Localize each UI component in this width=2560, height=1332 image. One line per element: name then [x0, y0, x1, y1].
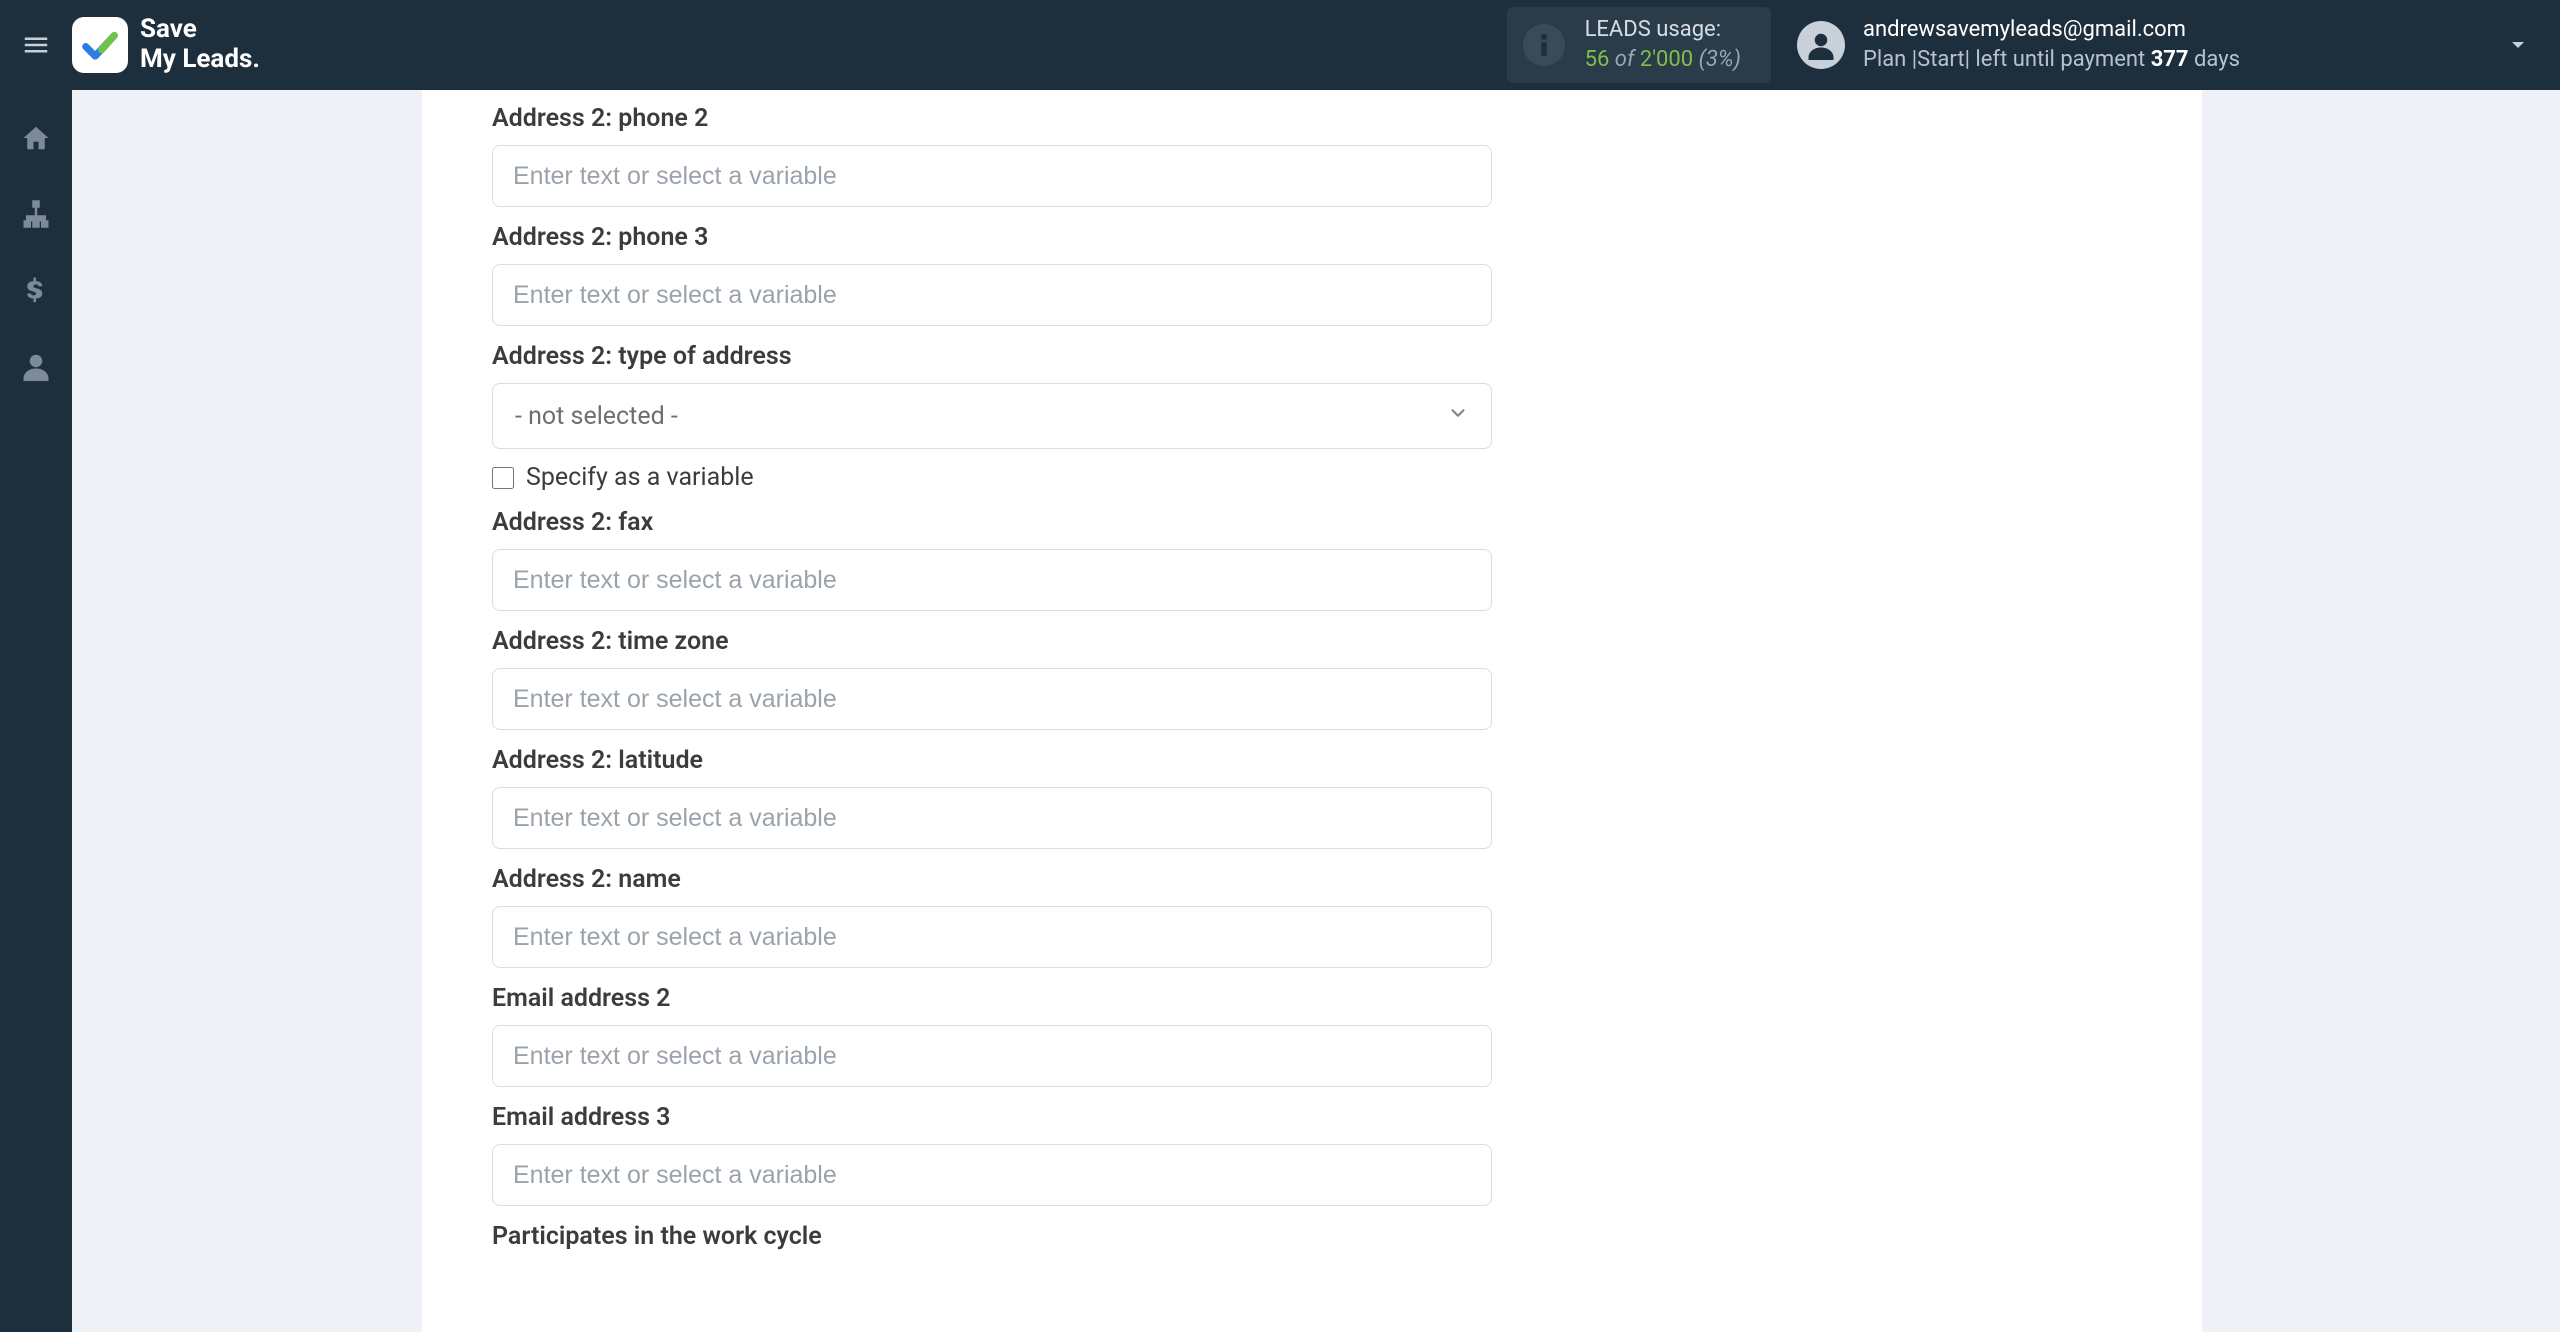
usage-of: of	[1615, 47, 1635, 72]
label-addr2-phone2: Address 2: phone 2	[492, 90, 1492, 133]
input-addr2-phone2[interactable]	[492, 145, 1492, 207]
input-addr2-name[interactable]	[492, 906, 1492, 968]
account-box[interactable]: andrewsavemyleads@gmail.com Plan |Start|…	[1797, 15, 2240, 74]
label-addr2-phone3: Address 2: phone 3	[492, 223, 1492, 252]
checkbox-specify-variable[interactable]	[492, 467, 514, 489]
usage-line2: 56 of 2'000 (3%)	[1585, 45, 1741, 75]
checkbox-specify-variable-label: Specify as a variable	[526, 463, 754, 492]
input-addr2-phone3[interactable]	[492, 264, 1492, 326]
info-icon	[1523, 24, 1565, 66]
label-addr2-tz: Address 2: time zone	[492, 627, 1492, 656]
account-plan-days-word: days	[2189, 47, 2240, 72]
sitemap-icon	[21, 199, 51, 229]
chevron-down-icon	[2506, 33, 2530, 57]
form-column: Address 2: phone 2 Address 2: phone 3 Ad…	[492, 90, 1492, 1263]
checkbox-specify-variable-row: Specify as a variable	[492, 463, 1492, 492]
nav-structure[interactable]	[16, 194, 56, 234]
account-plan-days: 377	[2151, 47, 2189, 72]
input-email3[interactable]	[492, 1144, 1492, 1206]
main-area: Address 2: phone 2 Address 2: phone 3 Ad…	[72, 90, 2560, 1332]
select-addr2-type[interactable]: - not selected -	[492, 383, 1492, 449]
nav-home[interactable]	[16, 118, 56, 158]
input-addr2-fax[interactable]	[492, 549, 1492, 611]
side-nav	[0, 90, 72, 1332]
label-addr2-fax: Address 2: fax	[492, 508, 1492, 537]
usage-text: LEADS usage: 56 of 2'000 (3%)	[1585, 15, 1741, 74]
logo[interactable]: Save My Leads.	[72, 15, 260, 75]
nav-account[interactable]	[16, 346, 56, 386]
input-email2[interactable]	[492, 1025, 1492, 1087]
label-email2: Email address 2	[492, 984, 1492, 1013]
logo-line1: Save	[140, 15, 260, 45]
account-chevron-button[interactable]	[2500, 27, 2536, 63]
hamburger-menu-button[interactable]	[16, 25, 56, 65]
input-addr2-tz[interactable]	[492, 668, 1492, 730]
account-plan: Plan |Start| left until payment 377 days	[1863, 45, 2240, 75]
leads-usage-box[interactable]: LEADS usage: 56 of 2'000 (3%)	[1507, 7, 1771, 82]
input-addr2-lat[interactable]	[492, 787, 1492, 849]
usage-limit: 2'000	[1640, 47, 1693, 72]
account-plan-prefix: Plan |Start| left until payment	[1863, 47, 2151, 72]
label-addr2-type: Address 2: type of address	[492, 342, 1492, 371]
label-work-cycle: Participates in the work cycle	[492, 1222, 1492, 1251]
hamburger-icon	[21, 30, 51, 60]
checkmark-icon	[81, 26, 119, 64]
account-text: andrewsavemyleads@gmail.com Plan |Start|…	[1863, 15, 2240, 74]
account-email: andrewsavemyleads@gmail.com	[1863, 15, 2240, 45]
label-addr2-name: Address 2: name	[492, 865, 1492, 894]
label-email3: Email address 3	[492, 1103, 1492, 1132]
usage-pct: (3%)	[1699, 47, 1741, 72]
home-icon	[21, 123, 51, 153]
usage-used: 56	[1585, 47, 1610, 72]
logo-mark	[72, 17, 128, 73]
select-addr2-type-value: - not selected -	[515, 402, 678, 431]
label-addr2-lat: Address 2: latitude	[492, 746, 1492, 775]
user-icon	[21, 351, 51, 381]
logo-line2: My Leads.	[140, 45, 260, 75]
nav-billing[interactable]	[16, 270, 56, 310]
chevron-down-icon	[1447, 402, 1469, 431]
topbar: Save My Leads. LEADS usage: 56 of 2'000 …	[0, 0, 2560, 90]
logo-text: Save My Leads.	[140, 15, 260, 75]
avatar-icon	[1797, 21, 1845, 69]
dollar-icon	[21, 275, 51, 305]
usage-title: LEADS usage:	[1585, 15, 1741, 45]
content-panel: Address 2: phone 2 Address 2: phone 3 Ad…	[422, 90, 2202, 1332]
